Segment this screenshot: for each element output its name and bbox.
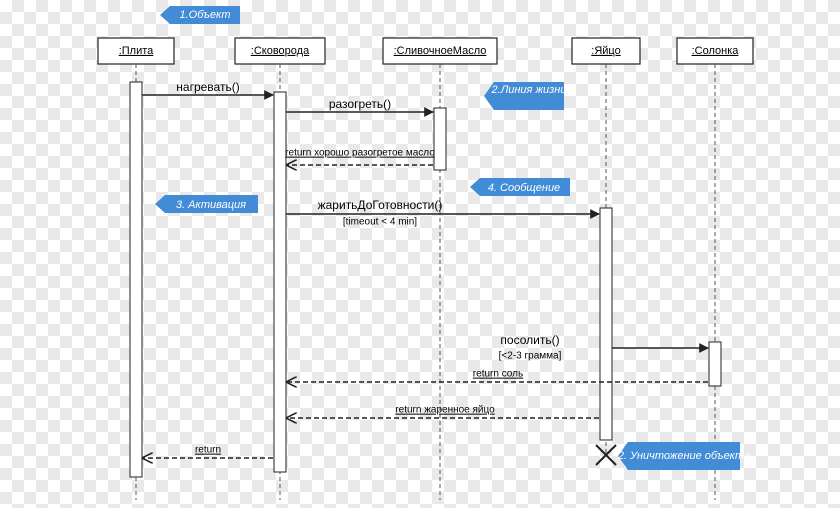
- svg-text:4. Сообщение: 4. Сообщение: [488, 182, 560, 194]
- svg-text:2. Уничтожение объекта: 2. Уничтожение объекта: [617, 450, 750, 462]
- msg-ret-fried: return жаренное яйцо: [287, 405, 599, 418]
- svg-text:3. Активация: 3. Активация: [176, 199, 246, 211]
- svg-text:return: return: [195, 445, 221, 456]
- msg-fry: жаритьДоГотовности() [timeout < 4 min]: [286, 198, 599, 227]
- object-pan: :Сковорода: [235, 38, 325, 64]
- msg-heat: нагревать(): [142, 80, 273, 95]
- svg-text:посолить(): посолить(): [500, 333, 559, 347]
- svg-text:return соль: return соль: [473, 369, 523, 380]
- svg-text::Сковорода: :Сковорода: [251, 45, 310, 57]
- object-butter: :СливочноеМасло: [383, 38, 497, 64]
- callout-activation: 3. Активация: [155, 195, 258, 213]
- destroy-egg-icon: [596, 445, 616, 465]
- msg-ret-final: return: [143, 445, 273, 458]
- activation-stove: [130, 82, 142, 477]
- svg-text:[timeout < 4 min]: [timeout < 4 min]: [343, 217, 417, 228]
- sequence-diagram: :Плита :Сковорода :СливочноеМасло :Яйцо …: [0, 0, 840, 508]
- svg-text:разогреть(): разогреть(): [329, 97, 391, 111]
- callout-message: 4. Сообщение: [470, 178, 570, 196]
- svg-text:2.Линия жизни: 2.Линия жизни: [491, 84, 567, 96]
- svg-text::СливочноеМасло: :СливочноеМасло: [394, 45, 487, 57]
- callout-object: 1.Объект: [160, 6, 240, 24]
- svg-text::Солонка: :Солонка: [692, 45, 740, 57]
- object-egg: :Яйцо: [572, 38, 640, 64]
- svg-text:1.Объект: 1.Объект: [180, 9, 231, 21]
- svg-text:[<2-3 грамма]: [<2-3 грамма]: [499, 351, 562, 362]
- activation-butter: [434, 108, 446, 170]
- msg-ret-butter: return хорошо разогретое масло: [285, 148, 435, 165]
- svg-text:жаритьДоГотовности(): жаритьДоГотовности(): [318, 198, 443, 212]
- svg-text::Плита: :Плита: [119, 45, 154, 57]
- callout-destroy: 2. Уничтожение объекта: [617, 442, 750, 470]
- msg-warmup: разогреть(): [286, 97, 433, 112]
- activation-egg: [600, 208, 612, 440]
- svg-text:нагревать(): нагревать(): [176, 80, 239, 94]
- object-salt: :Солонка: [677, 38, 753, 64]
- activation-salt: [709, 342, 721, 386]
- svg-text:return хорошо разогретое масло: return хорошо разогретое масло: [285, 148, 435, 159]
- object-stove: :Плита: [98, 38, 174, 64]
- msg-ret-salt: return соль: [287, 369, 708, 382]
- svg-text::Яйцо: :Яйцо: [591, 45, 620, 57]
- callout-lifeline: 2.Линия жизни: [484, 82, 566, 110]
- svg-text:return жаренное яйцо: return жаренное яйцо: [395, 405, 495, 416]
